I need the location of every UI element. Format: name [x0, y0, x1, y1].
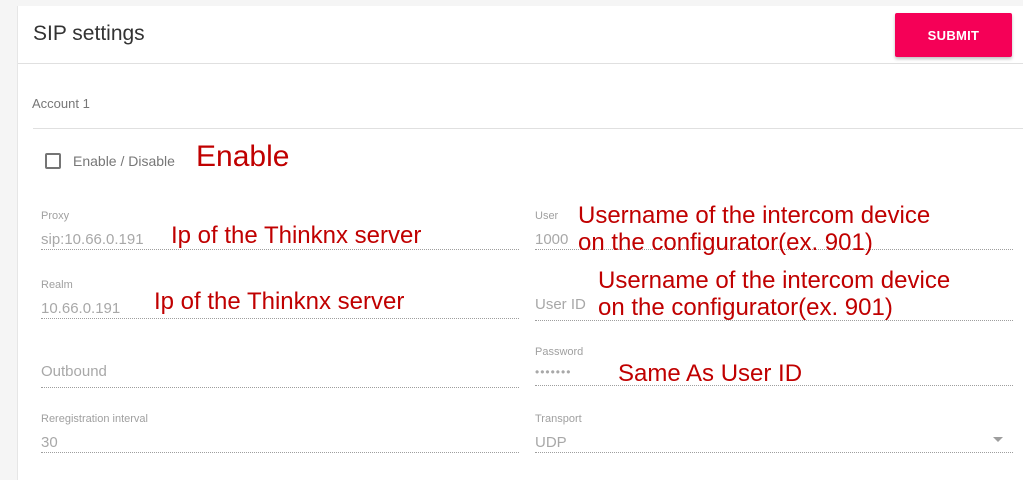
annotation-userid-line1: Username of the intercom device — [598, 267, 951, 294]
outbound-field[interactable]: Outbound — [41, 348, 519, 388]
enable-checkbox-label: Enable / Disable — [73, 153, 175, 169]
user-label: User — [535, 210, 559, 222]
transport-value: UDP — [535, 434, 567, 451]
realm-underline — [41, 318, 519, 319]
user-value: 1000 — [535, 231, 569, 248]
submit-button[interactable]: SUBMIT — [895, 13, 1012, 57]
transport-underline — [535, 452, 1013, 453]
card-header: SIP settings SUBMIT — [18, 6, 1023, 64]
reregistration-interval-value: 30 — [41, 434, 58, 451]
annotation-enable: Enable — [196, 140, 290, 173]
realm-label: Realm — [41, 279, 73, 291]
password-value: ••••••• — [535, 365, 572, 379]
transport-select[interactable]: Transport UDP — [535, 413, 1013, 453]
tab-account-1[interactable]: Account 1 — [32, 96, 90, 111]
enable-checkbox[interactable] — [45, 153, 61, 169]
outbound-placeholder: Outbound — [41, 363, 107, 380]
annotation-realm: Ip of the Thinknx server — [154, 288, 405, 315]
chevron-down-icon[interactable] — [993, 437, 1003, 442]
proxy-value: sip:10.66.0.191 — [41, 231, 144, 248]
outbound-underline — [41, 387, 519, 388]
password-label: Password — [535, 346, 584, 358]
proxy-underline — [41, 249, 519, 250]
tab-divider — [33, 128, 1023, 129]
annotation-user-line2: on the configurator(ex. 901) — [578, 229, 873, 256]
proxy-label: Proxy — [41, 210, 70, 222]
reregistration-interval-field[interactable]: Reregistration interval 30 — [41, 413, 519, 453]
annotation-proxy: Ip of the Thinknx server — [171, 222, 422, 249]
reregistration-interval-label: Reregistration interval — [41, 413, 148, 425]
annotation-user-line1: Username of the intercom device — [578, 202, 931, 229]
annotation-userid-line2: on the configurator(ex. 901) — [598, 294, 893, 321]
realm-value: 10.66.0.191 — [41, 300, 121, 317]
page-title: SIP settings — [33, 22, 145, 45]
user-id-placeholder: User ID — [535, 296, 586, 313]
transport-label: Transport — [535, 413, 582, 425]
annotation-password: Same As User ID — [618, 360, 803, 387]
reregistration-underline — [41, 452, 519, 453]
